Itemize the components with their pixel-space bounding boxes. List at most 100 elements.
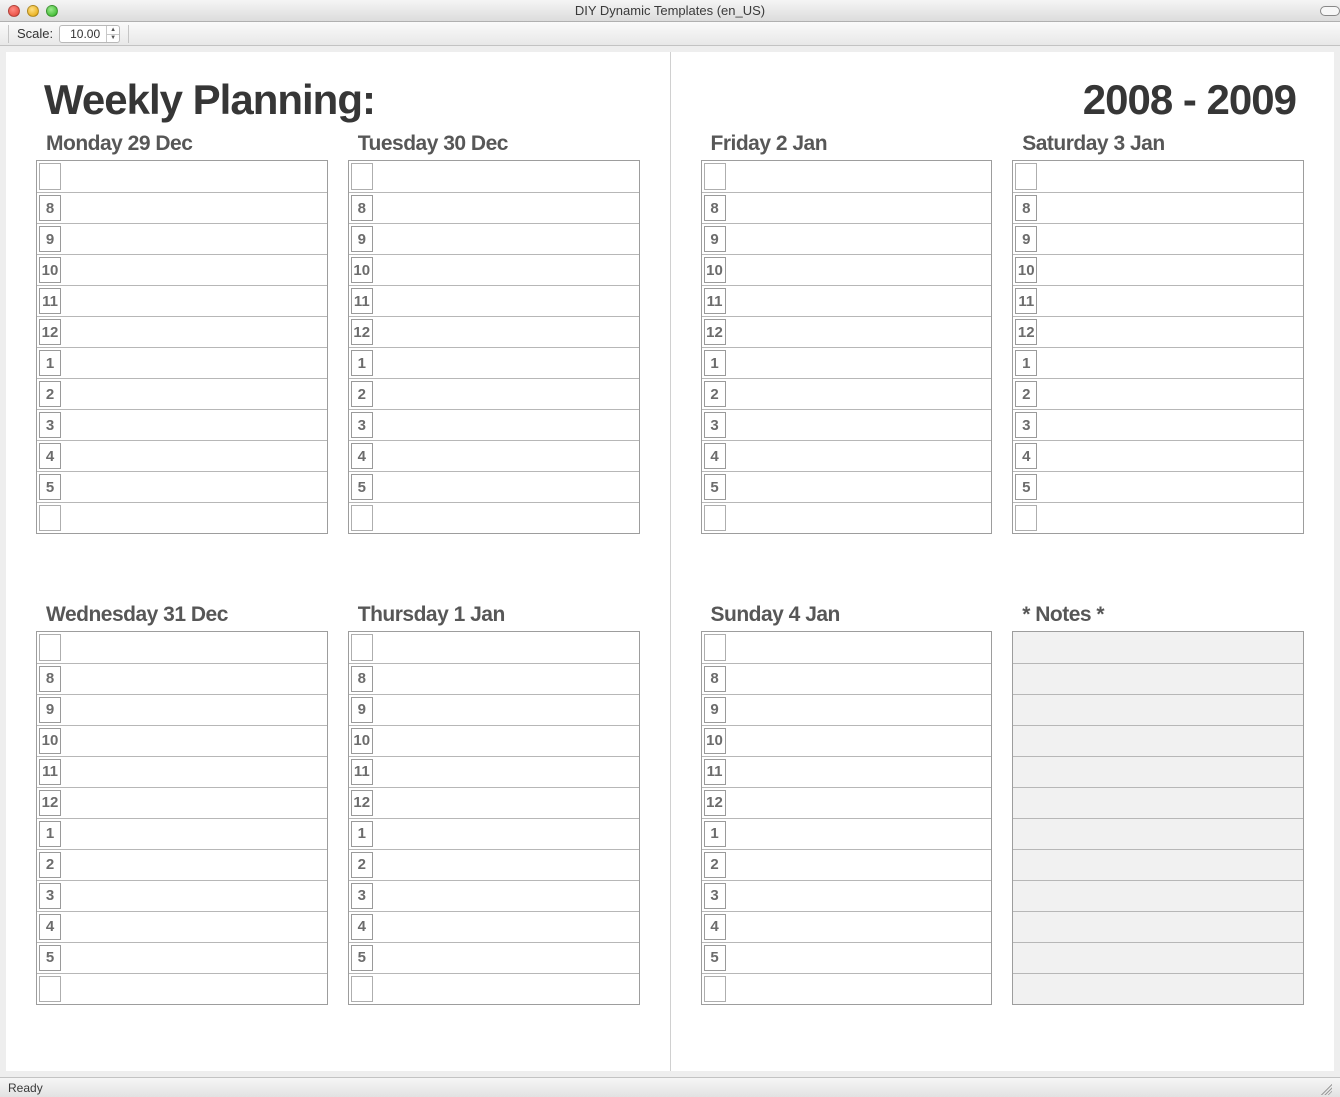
hour-row[interactable]: 12	[1013, 316, 1303, 347]
hour-row[interactable]: 4	[37, 440, 327, 471]
hour-slot[interactable]	[728, 224, 992, 254]
hour-row[interactable]: 1	[37, 818, 327, 849]
hour-slot[interactable]	[728, 912, 992, 942]
hour-row[interactable]: 3	[349, 880, 639, 911]
hour-row[interactable]	[37, 161, 327, 192]
hour-slot[interactable]	[375, 286, 639, 316]
hour-slot[interactable]	[1039, 410, 1303, 440]
hour-row[interactable]: 10	[37, 725, 327, 756]
hour-slot[interactable]	[375, 788, 639, 818]
hour-slot[interactable]	[728, 286, 992, 316]
hour-row[interactable]: 2	[349, 378, 639, 409]
hour-row[interactable]: 9	[349, 223, 639, 254]
hour-slot[interactable]	[63, 161, 327, 192]
document-canvas[interactable]: Weekly Planning: Monday 29 Dec8910111212…	[0, 46, 1340, 1077]
hour-row[interactable]: 5	[37, 942, 327, 973]
hour-row[interactable]: 4	[702, 911, 992, 942]
hour-row[interactable]: 10	[37, 254, 327, 285]
scale-step-up-icon[interactable]: ▲	[107, 26, 119, 34]
hour-row[interactable]: 11	[702, 285, 992, 316]
hour-slot[interactable]	[63, 255, 327, 285]
hour-row[interactable]: 5	[1013, 471, 1303, 502]
hour-slot[interactable]	[63, 348, 327, 378]
hour-row[interactable]: 10	[702, 725, 992, 756]
hour-slot[interactable]	[375, 757, 639, 787]
hour-slot[interactable]	[375, 193, 639, 223]
hour-row[interactable]	[349, 632, 639, 663]
hour-slot[interactable]	[375, 503, 639, 533]
hour-row[interactable]: 11	[349, 285, 639, 316]
hour-slot[interactable]	[375, 410, 639, 440]
hour-row[interactable]	[702, 502, 992, 533]
notes-row[interactable]	[1013, 756, 1303, 787]
hour-slot[interactable]	[1039, 379, 1303, 409]
hour-row[interactable]: 4	[349, 440, 639, 471]
hour-row[interactable]: 10	[702, 254, 992, 285]
hour-slot[interactable]	[63, 441, 327, 471]
hour-row[interactable]: 12	[37, 316, 327, 347]
hour-slot[interactable]	[728, 974, 992, 1004]
hour-row[interactable]: 11	[1013, 285, 1303, 316]
hour-slot[interactable]	[63, 224, 327, 254]
hour-row[interactable]: 12	[349, 316, 639, 347]
hour-slot[interactable]	[728, 193, 992, 223]
hour-slot[interactable]	[375, 850, 639, 880]
hour-row[interactable]: 2	[702, 849, 992, 880]
hour-slot[interactable]	[63, 503, 327, 533]
hour-slot[interactable]	[1039, 348, 1303, 378]
hour-slot[interactable]	[63, 757, 327, 787]
notes-row[interactable]	[1013, 694, 1303, 725]
hour-slot[interactable]	[63, 379, 327, 409]
hour-slot[interactable]	[63, 819, 327, 849]
hour-slot[interactable]	[375, 881, 639, 911]
hour-slot[interactable]	[63, 726, 327, 756]
hour-row[interactable]: 1	[702, 818, 992, 849]
hour-row[interactable]: 4	[1013, 440, 1303, 471]
hour-row[interactable]: 5	[349, 942, 639, 973]
hour-slot[interactable]	[375, 664, 639, 694]
notes-row[interactable]	[1013, 818, 1303, 849]
hour-row[interactable]	[1013, 502, 1303, 533]
hour-row[interactable]	[349, 973, 639, 1004]
hour-slot[interactable]	[1039, 255, 1303, 285]
notes-row[interactable]	[1013, 880, 1303, 911]
hour-slot[interactable]	[375, 695, 639, 725]
hour-slot[interactable]	[728, 317, 992, 347]
hour-row[interactable]: 8	[702, 192, 992, 223]
scale-value[interactable]: 10.00	[60, 27, 106, 41]
hour-slot[interactable]	[728, 410, 992, 440]
hour-slot[interactable]	[63, 664, 327, 694]
hour-slot[interactable]	[375, 161, 639, 192]
hour-slot[interactable]	[1039, 503, 1303, 533]
hour-slot[interactable]	[728, 757, 992, 787]
hour-row[interactable]: 3	[37, 409, 327, 440]
hour-row[interactable]: 8	[702, 663, 992, 694]
hour-slot[interactable]	[728, 881, 992, 911]
hour-slot[interactable]	[63, 850, 327, 880]
hour-slot[interactable]	[63, 881, 327, 911]
hour-slot[interactable]	[1039, 317, 1303, 347]
hour-row[interactable]	[1013, 161, 1303, 192]
hour-slot[interactable]	[63, 788, 327, 818]
hour-row[interactable]: 8	[37, 192, 327, 223]
hour-slot[interactable]	[375, 632, 639, 663]
hour-slot[interactable]	[63, 472, 327, 502]
hour-slot[interactable]	[63, 632, 327, 663]
notes-row[interactable]	[1013, 942, 1303, 973]
hour-row[interactable]: 11	[37, 756, 327, 787]
hour-slot[interactable]	[1039, 161, 1303, 192]
zoom-window-button[interactable]	[46, 5, 58, 17]
hour-slot[interactable]	[728, 161, 992, 192]
notes-row[interactable]	[1013, 725, 1303, 756]
hour-row[interactable]	[702, 161, 992, 192]
hour-row[interactable]: 5	[702, 942, 992, 973]
hour-slot[interactable]	[375, 472, 639, 502]
hour-row[interactable]: 8	[1013, 192, 1303, 223]
notes-row[interactable]	[1013, 973, 1303, 1004]
hour-slot[interactable]	[1039, 441, 1303, 471]
hour-row[interactable]: 3	[37, 880, 327, 911]
hour-row[interactable]: 2	[702, 378, 992, 409]
hour-slot[interactable]	[728, 632, 992, 663]
hour-row[interactable]: 12	[702, 787, 992, 818]
hour-slot[interactable]	[63, 695, 327, 725]
